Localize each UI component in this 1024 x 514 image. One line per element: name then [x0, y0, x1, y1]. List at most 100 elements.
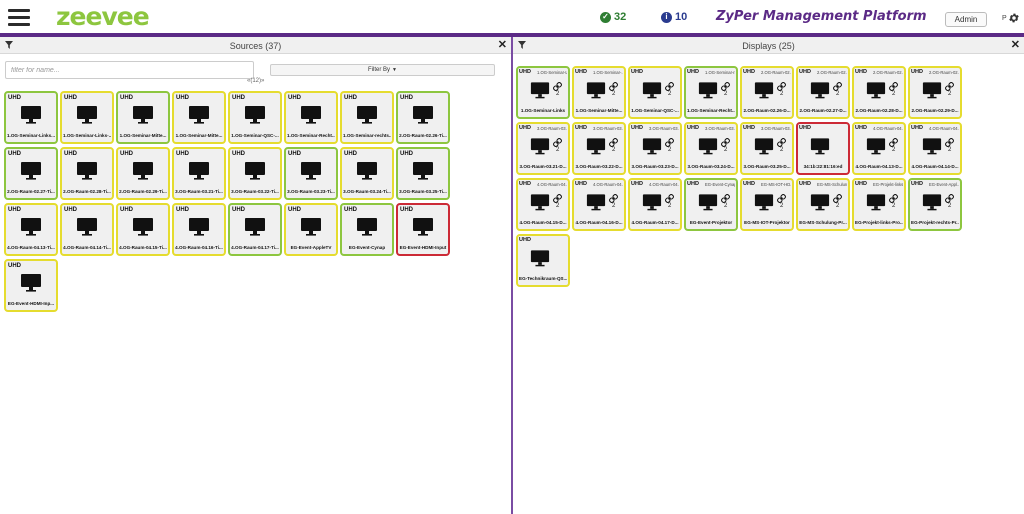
monitor-icon: [413, 162, 433, 180]
display-tile[interactable]: UHD 2.OG-Raum-02... 2 2.OG-Raum-02.29-D...: [908, 66, 962, 119]
source-tile[interactable]: UHD 1.OG-Seminar-Mitte...: [116, 91, 170, 144]
source-tile[interactable]: UHD 2.OG-Raum-02.28-Ti...: [60, 147, 114, 200]
close-icon[interactable]: ✕: [1011, 39, 1020, 51]
display-tile[interactable]: UHD 3.OG-Raum-03... 2 3.OG-Raum-03.25-D...: [740, 122, 794, 175]
source-filter-input[interactable]: [5, 61, 254, 79]
tile-name: 4.OG-Raum-04.17-Ti...: [231, 245, 279, 250]
filter-by-dropdown[interactable]: Filter By ▼: [270, 64, 495, 76]
tile-name: 3.OG-Raum-03.23-Ti...: [287, 189, 335, 194]
display-tile[interactable]: UHD 4.OG-Raum-04... 2 4.OG-Raum-04.14-D...: [908, 122, 962, 175]
display-tile[interactable]: UHD 4.OG-Raum-04... 2 4.OG-Raum-04.15-D...: [516, 178, 570, 231]
display-tile[interactable]: UHD EG-Event-Cynap 2 EG-Event-Projektor: [684, 178, 738, 231]
tile-resolution: UHD: [911, 69, 923, 75]
monitor-icon: [21, 274, 41, 292]
link-icon: [665, 82, 674, 91]
tile-resolution: UHD: [575, 125, 587, 131]
online-status[interactable]: ✓ 32: [600, 11, 626, 23]
tile-name: 1.OG-Seminar-Links...: [7, 133, 55, 138]
display-tile[interactable]: UHD 3.OG-Raum-03... 2 3.OG-Raum-03.23-D...: [628, 122, 682, 175]
source-tile[interactable]: UHD 3.OG-Raum-03.24-Ti...: [340, 147, 394, 200]
display-tile[interactable]: UHD EG-MS-Schulun... 2 EG-MS-Schulung-Pr..…: [796, 178, 850, 231]
pager[interactable]: «(12)»: [247, 78, 264, 84]
source-tile[interactable]: UHD 2.OG-Raum-02.26-Ti...: [396, 91, 450, 144]
display-tile[interactable]: UHD 2 1.OG-Seminar-QSC-...: [628, 66, 682, 119]
display-tile[interactable]: UHD 34:1b:22:81:16:ed: [796, 122, 850, 175]
source-tile[interactable]: UHD EG-Event-HDMI-Input: [396, 203, 450, 256]
source-tile[interactable]: UHD 1.OG-Seminar-Links...: [4, 91, 58, 144]
monitor-icon: [189, 218, 209, 236]
display-tile[interactable]: UHD 3.OG-Raum-03... 2 3.OG-Raum-03.24-D...: [684, 122, 738, 175]
tile-name: EG-MS-IOT-Projektor: [744, 220, 790, 225]
source-tile[interactable]: UHD 1.OG-Seminar-rechts...: [340, 91, 394, 144]
source-tile[interactable]: UHD 4.OG-Raum-04.13-Ti...: [4, 203, 58, 256]
display-tile[interactable]: UHD 2.OG-Raum-02... 2 2.OG-Raum-02.28-D...: [852, 66, 906, 119]
source-tile[interactable]: UHD EG-Event-Cynap: [340, 203, 394, 256]
source-tile[interactable]: UHD 4.OG-Raum-04.14-Ti...: [60, 203, 114, 256]
top-header: zeevee ✓ 32 i 10 ZyPer Management Platfo…: [0, 0, 1024, 34]
tile-resolution: UHD: [288, 151, 301, 157]
source-tile[interactable]: UHD 3.OG-Raum-03.23-Ti...: [284, 147, 338, 200]
source-tile[interactable]: UHD 4.OG-Raum-04.15-Ti...: [116, 203, 170, 256]
monitor-icon: [301, 218, 321, 236]
admin-button[interactable]: Admin: [945, 12, 987, 27]
tile-name: EG-Event-HDMI-Input: [399, 245, 447, 250]
info-status[interactable]: i 10: [661, 11, 687, 23]
display-tile[interactable]: UHD 3.OG-Raum-03... 2 3.OG-Raum-03.22-D...: [572, 122, 626, 175]
link-icon: [665, 194, 674, 203]
source-tile[interactable]: UHD 2.OG-Raum-02.27-Ti...: [4, 147, 58, 200]
source-tile[interactable]: UHD 3.OG-Raum-03.22-Ti...: [228, 147, 282, 200]
link-icon: [945, 138, 954, 147]
source-tile[interactable]: UHD 3.OG-Raum-03.21-Ti...: [172, 147, 226, 200]
display-tile[interactable]: UHD 4.OG-Raum-04... 2 4.OG-Raum-04.13-D...: [852, 122, 906, 175]
monitor-icon: [133, 162, 153, 180]
tile-count: 2: [724, 147, 728, 153]
source-tile[interactable]: UHD 1.OG-Seminar-QSC-...: [228, 91, 282, 144]
gear-icon[interactable]: [1008, 12, 1020, 24]
monitor-icon: [642, 82, 662, 99]
monitor-icon: [77, 162, 97, 180]
display-tile[interactable]: UHD 3.OG-Raum-03... 2 3.OG-Raum-03.21-D...: [516, 122, 570, 175]
monitor-icon: [698, 194, 718, 211]
monitor-icon: [189, 106, 209, 124]
display-tile[interactable]: UHD 2.OG-Raum-02... 2 2.OG-Raum-02.26-D...: [740, 66, 794, 119]
monitor-icon: [133, 218, 153, 236]
tile-name: 1.OG-Seminar-rechts...: [343, 133, 391, 138]
tile-resolution: UHD: [176, 151, 189, 157]
source-tile[interactable]: UHD 1.OG-Seminar-Recht...: [284, 91, 338, 144]
display-tile[interactable]: UHD 4.OG-Raum-04... 2 4.OG-Raum-04.17-D...: [628, 178, 682, 231]
display-tile[interactable]: UHD 2.OG-Raum-02... 2 2.OG-Raum-02.27-D...: [796, 66, 850, 119]
source-tile[interactable]: UHD 3.OG-Raum-03.25-Ti...: [396, 147, 450, 200]
source-tile[interactable]: UHD 1.OG-Seminar-Mitte...: [172, 91, 226, 144]
tile-name: 2.OG-Raum-02.29-D...: [911, 108, 959, 113]
link-icon: [553, 82, 562, 91]
tile-count: 2: [668, 147, 672, 153]
tile-resolution: UHD: [855, 125, 867, 131]
tile-resolution: UHD: [519, 237, 531, 243]
display-tile[interactable]: UHD 4.OG-Raum-04... 2 4.OG-Raum-04.16-D...: [572, 178, 626, 231]
source-tile[interactable]: UHD EG-Event-AppleTV: [284, 203, 338, 256]
source-tile[interactable]: UHD 1.OG-Seminar-Links-...: [60, 91, 114, 144]
display-tile[interactable]: UHD 1.OG-Seminar-... 2 1.OG-Seminar-Mitte.…: [572, 66, 626, 119]
display-tile[interactable]: UHD 1.OG-Seminar-Li... 2 1.OG-Seminar-Link…: [516, 66, 570, 119]
monitor-icon: [642, 194, 662, 211]
source-tile[interactable]: UHD 4.OG-Raum-04.16-Ti...: [172, 203, 226, 256]
tile-resolution: UHD: [8, 151, 21, 157]
tile-source-name: 4.OG-Raum-04...: [649, 182, 679, 187]
tile-resolution: UHD: [799, 69, 811, 75]
source-tile[interactable]: UHD 4.OG-Raum-04.17-Ti...: [228, 203, 282, 256]
display-tile[interactable]: UHD EG-Event-Appl... 2 EG-Projekt-rechts-P…: [908, 178, 962, 231]
tile-count: 2: [780, 91, 784, 97]
display-tile[interactable]: UHD EG-MS-IOT-HD... 2 EG-MS-IOT-Projektor: [740, 178, 794, 231]
display-tile[interactable]: UHD 1.OG-Seminar-r... 2 1.OG-Seminar-Recht…: [684, 66, 738, 119]
display-tile[interactable]: UHD EG-Projekt-links-... 2 EG-Projekt-link…: [852, 178, 906, 231]
source-tile[interactable]: UHD 2.OG-Raum-02.29-Ti...: [116, 147, 170, 200]
close-icon[interactable]: ✕: [498, 39, 507, 51]
display-tile[interactable]: UHD EG-Technikraum-QS...: [516, 234, 570, 287]
tile-resolution: UHD: [855, 181, 867, 187]
tile-source-name: 4.OG-Raum-04...: [873, 126, 903, 131]
menu-icon[interactable]: [8, 9, 30, 27]
tile-name: 1.OG-Seminar-Mitte...: [575, 108, 623, 113]
tile-count: 2: [948, 147, 952, 153]
tile-resolution: UHD: [519, 125, 531, 131]
source-tile[interactable]: UHD EG-Event-HDMI-Inp...: [4, 259, 58, 312]
